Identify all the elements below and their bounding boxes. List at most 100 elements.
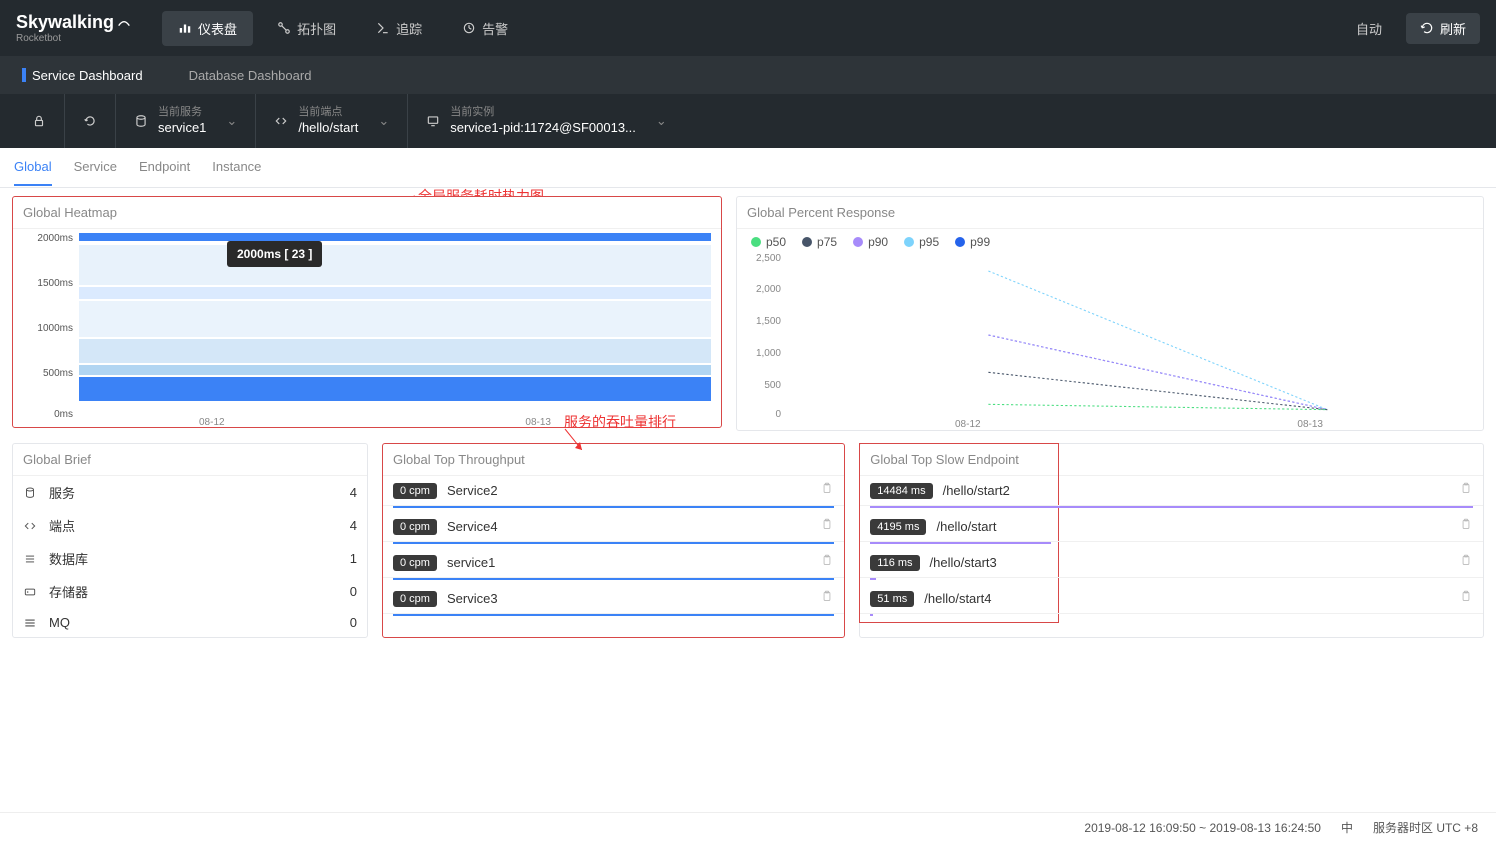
- copy-icon[interactable]: [1459, 554, 1473, 571]
- response-panel: Global Percent Response p50 p75 p90 p95 …: [736, 196, 1484, 431]
- refresh-button[interactable]: 刷新: [1406, 13, 1480, 44]
- nav-trace-label: 追踪: [396, 19, 422, 38]
- progress-bar: [870, 614, 1473, 616]
- instance-selector[interactable]: 当前实例service1-pid:11724@SF00013... ⌄: [408, 94, 685, 148]
- throughput-list: 0 cpmService20 cpmService40 cpmservice10…: [383, 476, 844, 616]
- main-nav: 仪表盘 拓扑图 追踪 告警: [162, 11, 1342, 46]
- copy-icon[interactable]: [1459, 482, 1473, 499]
- instance-value: service1-pid:11724@SF00013...: [450, 120, 636, 137]
- service-selector[interactable]: 当前服务service1 ⌄: [116, 94, 256, 148]
- tab-database-dashboard[interactable]: Database Dashboard: [181, 64, 320, 87]
- copy-icon[interactable]: [1459, 518, 1473, 535]
- scope-service[interactable]: Service: [74, 149, 117, 186]
- nav-topology[interactable]: 拓扑图: [261, 11, 352, 46]
- reload-icon: [83, 114, 97, 128]
- heatmap-row: [79, 377, 711, 401]
- list-icon: [23, 552, 37, 566]
- endpoint-name: /hello/start4: [924, 591, 991, 606]
- legend-p99: p99: [955, 235, 990, 249]
- scope-endpoint[interactable]: Endpoint: [139, 149, 190, 186]
- nav-trace[interactable]: 追踪: [360, 11, 438, 46]
- nav-alarm-label: 告警: [482, 19, 508, 38]
- endpoint-value: /hello/start: [298, 120, 358, 137]
- brief-label: 服务: [49, 483, 75, 502]
- heatmap-tooltip: 2000ms [ 23 ]: [227, 241, 322, 267]
- progress-bar: [393, 506, 834, 508]
- brief-panel: Global Brief 服务4端点4数据库1存储器0MQ0: [12, 443, 368, 638]
- header-actions: 自动 刷新: [1342, 13, 1480, 44]
- endpoint-name: /hello/start: [936, 519, 996, 534]
- cpm-badge: 0 cpm: [393, 555, 437, 571]
- slow-item[interactable]: 4195 ms/hello/start: [860, 512, 1483, 542]
- copy-icon[interactable]: [820, 554, 834, 571]
- scope-global[interactable]: Global: [14, 149, 52, 186]
- auto-toggle[interactable]: 自动: [1342, 13, 1396, 44]
- lang-toggle[interactable]: 中: [1341, 819, 1353, 836]
- tab-service-dashboard[interactable]: Service Dashboard: [14, 64, 151, 87]
- brief-value: 1: [350, 551, 357, 566]
- reload-selectors-button[interactable]: [65, 94, 116, 148]
- scope-instance[interactable]: Instance: [212, 149, 261, 186]
- slow-item[interactable]: 14484 ms/hello/start2: [860, 476, 1483, 506]
- scope-tabs: Global Service Endpoint Instance: [0, 148, 1496, 188]
- response-x-axis: 08-12 08-13: [785, 415, 1463, 430]
- dashboard-icon: [178, 21, 192, 35]
- copy-icon[interactable]: [820, 590, 834, 607]
- alarm-icon: [462, 21, 476, 35]
- throughput-item[interactable]: 0 cpmService3: [383, 584, 844, 614]
- cpm-badge: 0 cpm: [393, 483, 437, 499]
- topology-icon: [277, 21, 291, 35]
- nav-alarm[interactable]: 告警: [446, 11, 524, 46]
- copy-icon[interactable]: [820, 482, 834, 499]
- refresh-icon: [1420, 21, 1434, 35]
- endpoint-selector[interactable]: 当前端点/hello/start ⌄: [256, 94, 408, 148]
- slow-item[interactable]: 116 ms/hello/start3: [860, 548, 1483, 578]
- content-area: 全局服务耗时热力图 Global Heatmap 2000ms 1500ms 1…: [0, 188, 1496, 646]
- brief-title: Global Brief: [13, 444, 367, 476]
- slow-item[interactable]: 51 ms/hello/start4: [860, 584, 1483, 614]
- service-name: service1: [447, 555, 495, 570]
- legend-p75: p75: [802, 235, 837, 249]
- y-tick: 2000ms: [37, 233, 73, 244]
- time-range[interactable]: 2019-08-12 16:09:50 ~ 2019-08-13 16:24:5…: [1084, 821, 1321, 835]
- slow-list: 14484 ms/hello/start2 4195 ms/hello/start…: [860, 476, 1483, 616]
- nav-dashboard[interactable]: 仪表盘: [162, 11, 253, 46]
- progress-bar: [393, 542, 834, 544]
- service-name: Service2: [447, 483, 498, 498]
- throughput-item[interactable]: 0 cpm Service2: [383, 476, 844, 506]
- heatmap-chart[interactable]: 2000ms 1500ms 1000ms 500ms 0ms 2000ms [ …: [79, 233, 711, 413]
- progress-bar: [393, 578, 834, 580]
- brief-row: 数据库1: [13, 542, 367, 575]
- row-lists: Global Brief 服务4端点4数据库1存储器0MQ0 Global To…: [12, 443, 1484, 638]
- brief-label: MQ: [49, 615, 70, 630]
- service-value: service1: [158, 120, 206, 137]
- y-tick: 2,000: [756, 284, 781, 295]
- y-tick: 1500ms: [37, 278, 73, 289]
- y-tick: 2,500: [756, 253, 781, 264]
- brief-label: 存储器: [49, 582, 88, 601]
- brief-value: 0: [350, 584, 357, 599]
- progress-bar: [870, 506, 1473, 508]
- refresh-label: 刷新: [1440, 19, 1466, 38]
- slow-panel: Global Top Slow Endpoint 14484 ms/hello/…: [859, 443, 1484, 638]
- service-label: 当前服务: [158, 105, 206, 119]
- y-tick: 500: [764, 380, 781, 391]
- cpm-badge: 0 cpm: [393, 519, 437, 535]
- brief-row: MQ0: [13, 608, 367, 637]
- database-icon: [23, 486, 37, 500]
- endpoint-name: /hello/start3: [930, 555, 997, 570]
- copy-icon[interactable]: [820, 518, 834, 535]
- endpoint-name: /hello/start2: [943, 483, 1010, 498]
- heatmap-row: [79, 287, 711, 299]
- throughput-item[interactable]: 0 cpmService4: [383, 512, 844, 542]
- logo: Skywalking Rocketbot: [16, 12, 132, 44]
- copy-icon[interactable]: [1459, 590, 1473, 607]
- response-chart[interactable]: 2,500 2,000 1,500 1,000 500 0: [785, 255, 1463, 415]
- brief-row: 存储器 0: [13, 575, 367, 608]
- lock-button[interactable]: [14, 94, 65, 148]
- throughput-item[interactable]: 0 cpm service1: [383, 548, 844, 578]
- ms-badge: 116 ms: [870, 555, 919, 571]
- y-tick: 1000ms: [37, 323, 73, 334]
- x-tick: 08-12: [955, 419, 981, 430]
- code-icon: [274, 114, 288, 128]
